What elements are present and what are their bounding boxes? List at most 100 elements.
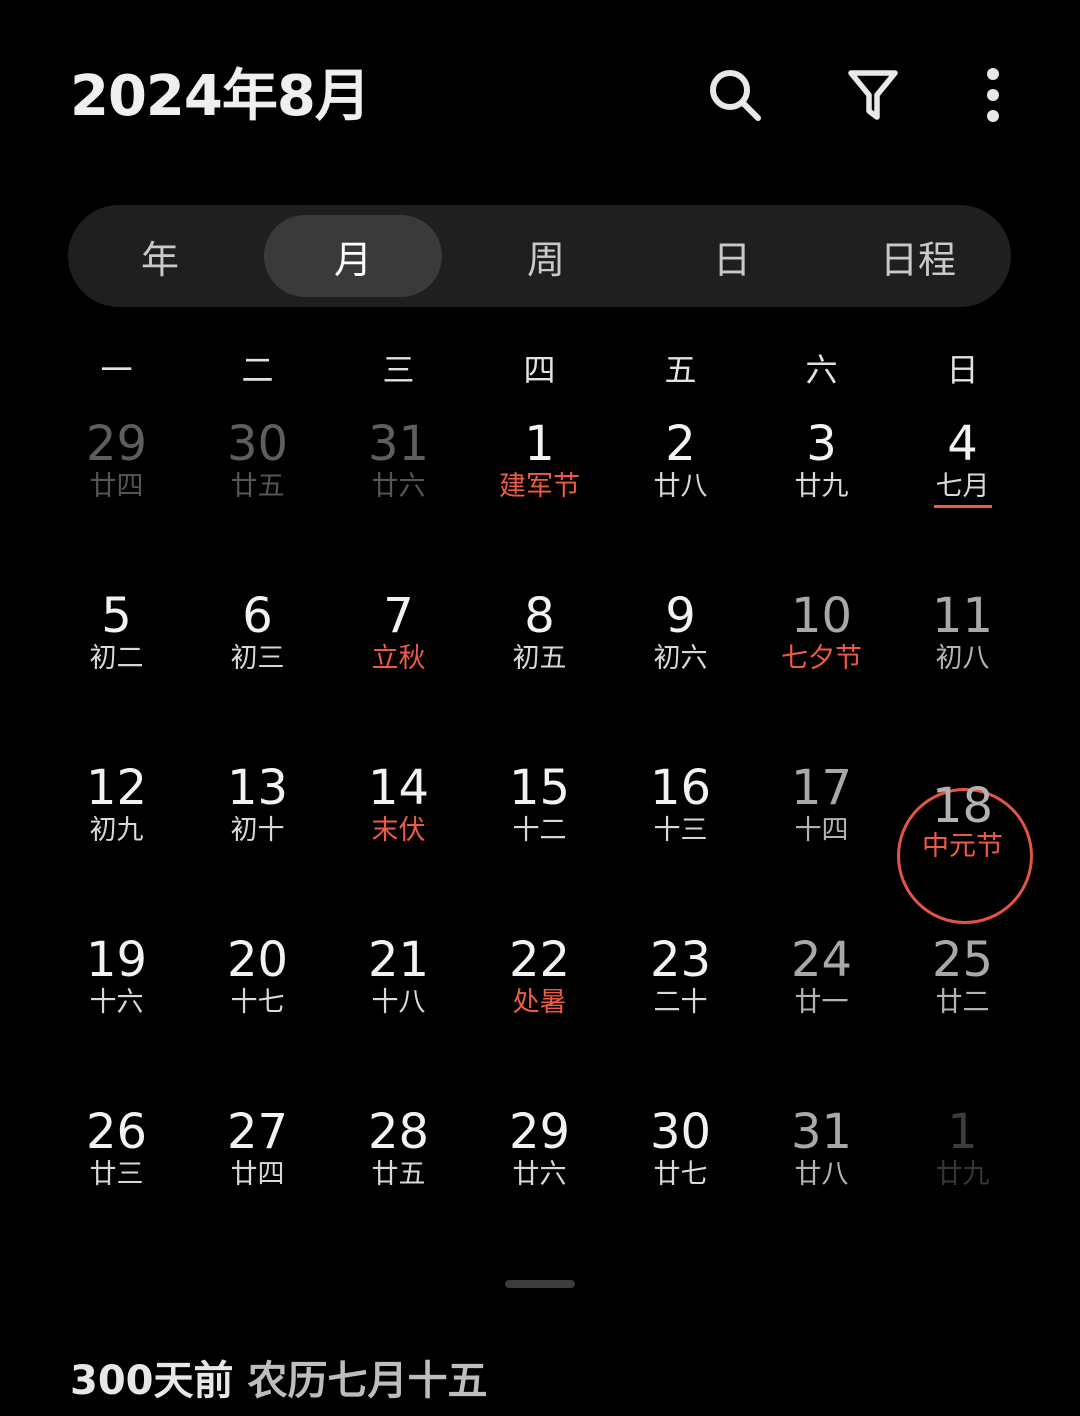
festival-label: 七夕节 (781, 643, 862, 674)
relative-days-text: 300天前 (70, 1358, 234, 1404)
festival-label: 末伏 (371, 815, 426, 846)
weekday-label: 一 (100, 351, 133, 389)
day-number: 29 (85, 416, 148, 472)
search-icon (710, 70, 761, 121)
day-cell[interactable]: 28 廿五 (328, 1098, 469, 1270)
lunar-day-label: 二十 (653, 987, 708, 1018)
weekday-header: 一 二 三 四 五 六 日 (46, 345, 1080, 395)
day-number: 14 (367, 760, 430, 816)
day-cell[interactable]: 9 初六 (610, 582, 751, 754)
day-cell[interactable]: 22 处暑 (469, 926, 610, 1098)
lunar-day-label: 廿九 (794, 471, 849, 502)
day-cell[interactable]: 21 十八 (328, 926, 469, 1098)
day-cell[interactable]: 29 廿六 (469, 1098, 610, 1270)
day-number: 30 (649, 1104, 712, 1160)
day-number: 20 (226, 932, 289, 988)
day-cell[interactable]: 17 十四 (751, 754, 892, 926)
day-cell[interactable]: 15 十二 (469, 754, 610, 926)
day-number: 19 (85, 932, 148, 988)
day-cell[interactable]: 2 廿八 (610, 410, 751, 582)
day-cell[interactable]: 5 初二 (46, 582, 187, 754)
selected-date-summary: 300天前 农历七月十五 (70, 1355, 488, 1407)
day-number: 1 (524, 416, 555, 472)
week-row: 12 初九 13 初十 14 末伏 15 十二 16 十三 17 十四 18 中元节 (46, 754, 1034, 926)
day-cell[interactable]: 23 二十 (610, 926, 751, 1098)
lunar-day-label: 十七 (230, 987, 285, 1018)
lunar-day-label: 初六 (653, 643, 708, 674)
tab-week[interactable]: 周 (454, 215, 638, 297)
day-cell[interactable]: 31 廿八 (751, 1098, 892, 1270)
day-cell[interactable]: 27 廿四 (187, 1098, 328, 1270)
lunar-day-label: 初八 (935, 643, 990, 674)
day-number: 21 (367, 932, 430, 988)
day-cell[interactable]: 19 十六 (46, 926, 187, 1098)
day-number: 25 (931, 932, 994, 988)
day-number: 7 (383, 588, 414, 644)
search-button[interactable] (700, 60, 770, 130)
day-number: 11 (931, 588, 994, 644)
week-row: 5 初二 6 初三 7 立秋 8 初五 9 初六 10 七夕节 11 初八 (46, 582, 1034, 754)
day-cell[interactable]: 16 十三 (610, 754, 751, 926)
day-number: 15 (508, 760, 571, 816)
weekday-label: 二 (241, 351, 274, 389)
day-number: 16 (649, 760, 712, 816)
day-cell[interactable]: 30 廿七 (610, 1098, 751, 1270)
day-cell[interactable]: 1 廿九 (892, 1098, 1033, 1270)
day-number: 23 (649, 932, 712, 988)
lunar-day-label: 初五 (512, 643, 567, 674)
day-number: 1 (947, 1104, 978, 1160)
day-number: 8 (524, 588, 555, 644)
day-number: 13 (226, 760, 289, 816)
filter-button[interactable] (838, 60, 908, 130)
day-cell[interactable]: 11 初八 (892, 582, 1033, 754)
day-cell[interactable]: 20 十七 (187, 926, 328, 1098)
lunar-day-label: 廿五 (230, 471, 285, 502)
lunar-date-text: 农历七月十五 (247, 1358, 488, 1404)
weekday-label: 五 (664, 351, 697, 389)
lunar-day-label: 初十 (230, 815, 285, 846)
day-cell[interactable]: 13 初十 (187, 754, 328, 926)
day-cell-today[interactable]: 18 中元节 (892, 754, 1033, 926)
day-cell[interactable]: 10 七夕节 (751, 582, 892, 754)
day-number: 30 (226, 416, 289, 472)
lunar-month-start-marker (933, 505, 992, 508)
day-cell[interactable]: 1 建军节 (469, 410, 610, 582)
day-cell[interactable]: 7 立秋 (328, 582, 469, 754)
festival-label: 立秋 (371, 643, 426, 674)
drag-handle[interactable] (505, 1280, 575, 1288)
lunar-day-label: 廿八 (794, 1159, 849, 1190)
day-cell[interactable]: 30 廿五 (187, 410, 328, 582)
day-cell[interactable]: 29 廿四 (46, 410, 187, 582)
day-number: 17 (790, 760, 853, 816)
tab-day[interactable]: 日 (640, 215, 824, 297)
lunar-day-label: 十三 (653, 815, 708, 846)
day-cell[interactable]: 4 七月 (892, 410, 1033, 582)
lunar-day-label: 七月 (935, 471, 990, 502)
day-cell[interactable]: 8 初五 (469, 582, 610, 754)
tab-month[interactable]: 月 (264, 215, 442, 297)
weekday-label: 六 (805, 351, 838, 389)
lunar-day-label: 廿七 (653, 1159, 708, 1190)
day-cell[interactable]: 24 廿一 (751, 926, 892, 1098)
more-options-button[interactable] (958, 60, 1028, 130)
lunar-day-label: 廿九 (935, 1159, 990, 1190)
day-cell[interactable]: 26 廿三 (46, 1098, 187, 1270)
day-cell[interactable]: 6 初三 (187, 582, 328, 754)
day-number: 6 (242, 588, 273, 644)
day-cell[interactable]: 12 初九 (46, 754, 187, 926)
lunar-day-label: 廿五 (371, 1159, 426, 1190)
view-switcher: 年 月 周 日 日程 (68, 205, 1011, 307)
day-number: 31 (790, 1104, 853, 1160)
day-number: 10 (790, 588, 853, 644)
tab-schedule[interactable]: 日程 (826, 215, 1010, 297)
lunar-day-label: 廿二 (935, 987, 990, 1018)
lunar-day-label: 廿八 (653, 471, 708, 502)
day-cell[interactable]: 3 廿九 (751, 410, 892, 582)
day-cell[interactable]: 25 廿二 (892, 926, 1033, 1098)
festival-label: 处暑 (512, 987, 567, 1018)
week-row: 19 十六 20 十七 21 十八 22 处暑 23 二十 24 廿一 25 廿二 (46, 926, 1034, 1098)
day-cell[interactable]: 31 廿六 (328, 410, 469, 582)
day-cell[interactable]: 14 末伏 (328, 754, 469, 926)
tab-year[interactable]: 年 (68, 215, 252, 297)
day-number: 12 (85, 760, 148, 816)
